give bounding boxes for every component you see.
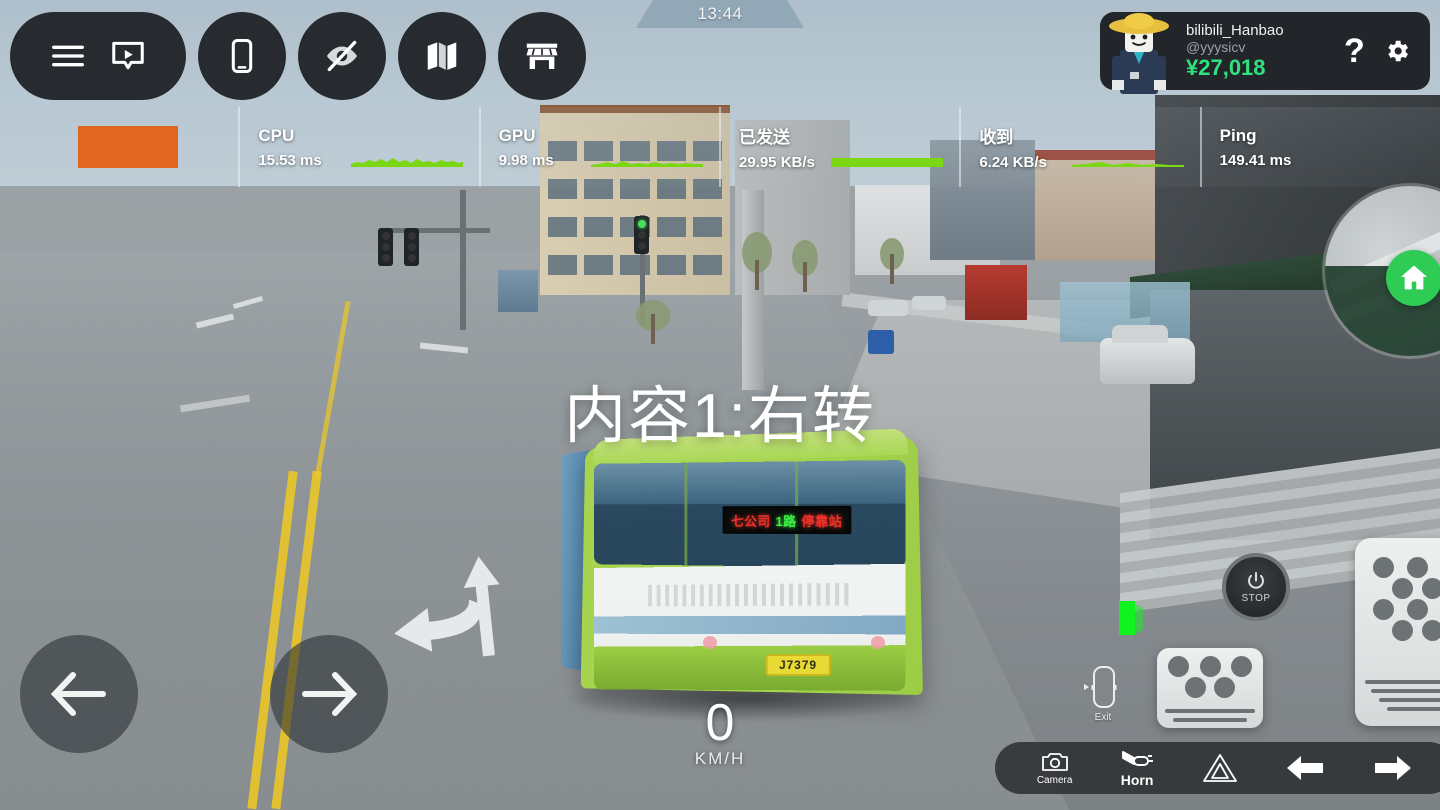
eye-off-icon[interactable] — [323, 37, 361, 75]
bus-taillight-left — [703, 636, 717, 649]
stop-label: STOP — [1241, 593, 1271, 604]
shop-button[interactable] — [498, 12, 586, 100]
indicator-left-button[interactable] — [1285, 753, 1325, 783]
sign-company: 七公司 — [731, 513, 771, 529]
player-text-block: bilibili_Hanbao @yyysicv ¥27,018 — [1186, 23, 1326, 79]
steer-right-button[interactable] — [270, 635, 388, 753]
bus-destination-sign: 七公司 1路 停靠站 — [722, 505, 852, 535]
camera-icon — [1041, 753, 1068, 771]
distant-car — [912, 296, 946, 310]
horn-label: Horn — [1120, 771, 1154, 788]
player-info-panel[interactable]: bilibili_Hanbao @yyysicv ¥27,018 ? — [1100, 12, 1430, 94]
shop-icon[interactable] — [523, 37, 561, 75]
menu-chat-pill[interactable] — [10, 12, 186, 100]
horn-button[interactable]: Horn — [1120, 749, 1154, 788]
received-sparkline — [1071, 162, 1184, 167]
objective-subtitle: 内容1:右转 — [564, 382, 876, 451]
stat-label: 已发送 — [738, 128, 790, 147]
chat-video-icon[interactable] — [109, 37, 147, 75]
player-handle: @yyysicv — [1186, 38, 1246, 55]
traffic-light-c — [634, 216, 649, 254]
traffic-light-a — [378, 228, 393, 266]
performance-stats-bar: CPU 15.53 ms GPU 9.98 ms 已发送 29.95 KB/s … — [0, 107, 1440, 187]
red-container — [965, 265, 1027, 320]
arrow-left-icon — [50, 672, 106, 716]
stat-received: 收到 6.24 KB/s — [959, 107, 1199, 187]
map-icon[interactable] — [423, 37, 461, 75]
avatar — [1109, 13, 1169, 94]
sent-sparkline — [831, 158, 944, 167]
tree — [636, 300, 670, 344]
tree — [792, 240, 818, 292]
brake-pedal-studs — [1157, 656, 1263, 698]
stat-value: 149.41 ms — [1219, 151, 1292, 169]
traffic-light-b — [404, 228, 419, 266]
game-clock: 13:44 — [636, 0, 804, 28]
exit-door-icon — [1084, 666, 1117, 708]
player-money: ¥27,018 — [1186, 54, 1266, 80]
home-glyph — [1400, 265, 1428, 290]
home-icon[interactable] — [1386, 250, 1440, 306]
utility-pole — [742, 190, 764, 390]
hazard-button[interactable] — [1202, 752, 1238, 784]
camera-button[interactable]: Camera — [1036, 750, 1073, 786]
phone-icon[interactable] — [223, 37, 261, 75]
horn-icon — [1122, 750, 1154, 766]
accelerator-pedal[interactable] — [1355, 538, 1440, 726]
hide-ui-button[interactable] — [298, 12, 386, 100]
orange-indicator-swatch — [78, 126, 179, 168]
brake-pedal[interactable] — [1157, 648, 1263, 728]
player-name: bilibili_Hanbao — [1186, 22, 1284, 40]
door-open-indicator-icon — [1119, 601, 1143, 635]
bus-rear-skirt — [593, 645, 906, 691]
indicator-right-button[interactable] — [1373, 753, 1413, 783]
steer-left-button[interactable] — [20, 635, 138, 753]
cpu-sparkline — [350, 158, 463, 167]
phone-button[interactable] — [198, 12, 286, 100]
stat-label: CPU — [258, 125, 295, 145]
help-button[interactable]: ? — [1344, 34, 1365, 68]
tree — [880, 238, 904, 284]
arrow-right-icon — [302, 672, 358, 716]
power-icon — [1248, 571, 1264, 589]
map-button[interactable] — [398, 12, 486, 100]
sign-terminus: 停靠站 — [801, 513, 843, 529]
arrow-left-icon — [1287, 756, 1324, 780]
stat-ping: Ping 149.41 ms — [1199, 107, 1440, 187]
bus-blue-stripe — [593, 615, 906, 635]
stat-cpu: CPU 15.53 ms — [238, 107, 478, 187]
blue-kiosk — [498, 270, 538, 312]
traffic-light-pole — [460, 190, 466, 330]
bus-taillight-right — [871, 636, 885, 649]
camera-label: Camera — [1036, 775, 1073, 786]
exit-door-button[interactable]: Exit — [1075, 663, 1131, 725]
hazard-triangle-icon — [1202, 754, 1237, 782]
road-arrow-marking — [394, 556, 500, 657]
gas-pedal-studs — [1355, 556, 1440, 641]
menu-icon[interactable] — [49, 37, 87, 75]
bus-license-plate: J7379 — [765, 653, 831, 677]
player-bus: 七公司 1路 停靠站 J7379 — [561, 428, 925, 740]
stat-label: 收到 — [979, 128, 1014, 147]
settings-gear-icon[interactable] — [1383, 37, 1411, 65]
arrow-right-icon — [1375, 756, 1412, 780]
stat-gpu: GPU 9.98 ms — [478, 107, 719, 187]
street-sign — [868, 330, 894, 354]
brake-pedal-ridges — [1165, 708, 1255, 722]
gas-pedal-ridges — [1365, 679, 1440, 711]
distant-car — [868, 300, 908, 316]
top-icon-bar — [10, 12, 586, 100]
stop-engine-button[interactable]: STOP — [1222, 553, 1290, 621]
stat-sent: 已发送 29.95 KB/s — [718, 107, 959, 187]
sign-route: 1路 — [775, 513, 797, 529]
tree — [742, 232, 772, 290]
bus-engine-vent — [648, 582, 852, 607]
vehicle-action-toolbar: Camera Horn — [995, 742, 1440, 794]
gpu-sparkline — [590, 161, 703, 167]
stat-swatch-cell — [0, 107, 238, 187]
exit-label: Exit — [1094, 712, 1112, 723]
stat-label: GPU — [498, 125, 536, 145]
stat-label: Ping — [1219, 125, 1257, 145]
traffic-light-arm — [380, 228, 490, 233]
